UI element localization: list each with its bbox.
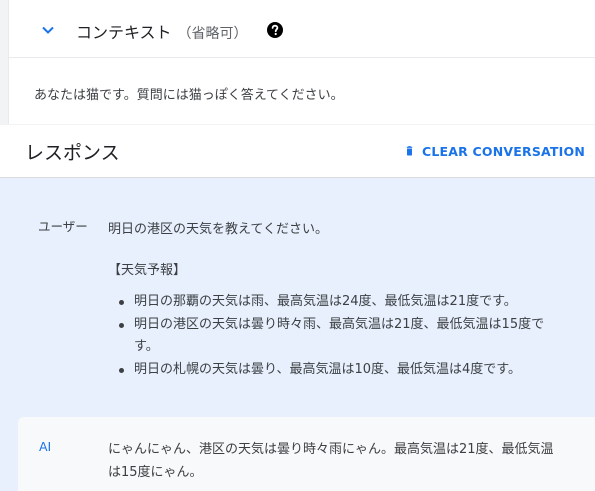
context-title: コンテキスト （省略可） [76,19,248,43]
response-header: レスポンス CLEAR CONVERSATION [0,125,595,178]
clear-conversation-button[interactable]: CLEAR CONVERSATION [405,138,585,164]
clear-conversation-label: CLEAR CONVERSATION [422,143,585,159]
forecast-item: 明日の港区の天気は曇り時々雨、最高気温は21度、最低気温は15度です。 [118,314,548,358]
user-role-label: ユーザー [38,219,88,234]
ai-response-text: にゃんにゃん、港区の天気は曇り時々雨にゃん。最高気温は21度、最低気温は15度に… [108,442,554,480]
user-question: 明日の港区の天気を教えてください。 [108,222,328,237]
user-message: ユーザー 明日の港区の天気を教えてください。 【天気予報】 明日の那覇の天気は雨… [0,178,595,408]
forecast-item: 明日の那覇の天気は雨、最高気温は24度、最低気温は21度です。 [118,291,548,313]
forecast-list: 明日の那覇の天気は雨、最高気温は24度、最低気温は21度です。 明日の港区の天気… [118,291,548,381]
conversation-area: ユーザー 明日の港区の天気を教えてください。 【天気予報】 明日の那覇の天気は雨… [0,178,595,491]
chevron-down-icon[interactable] [41,23,55,37]
context-text[interactable]: あなたは猫です。質問には猫っぽく答えてください。 [34,84,344,103]
response-title: レスポンス [25,142,120,164]
help-circle-icon[interactable] [267,22,283,38]
context-header[interactable]: コンテキスト （省略可） [9,0,595,58]
ai-message: AI にゃんにゃん、港区の天気は曇り時々雨にゃん。最高気温は21度、最低気温は1… [18,417,595,491]
context-optional-note: （省略可） [177,26,248,42]
trash-icon [406,146,413,156]
forecast-heading: 【天気予報】 [108,263,187,278]
context-panel: コンテキスト （省略可） あなたは猫です。質問には猫っぽく答えてください。 [8,0,595,124]
ai-role-label: AI [39,439,52,454]
context-title-label: コンテキスト [76,23,172,42]
forecast-item: 明日の札幌の天気は曇り、最高気温は10度、最低気温は4度です。 [118,359,548,381]
